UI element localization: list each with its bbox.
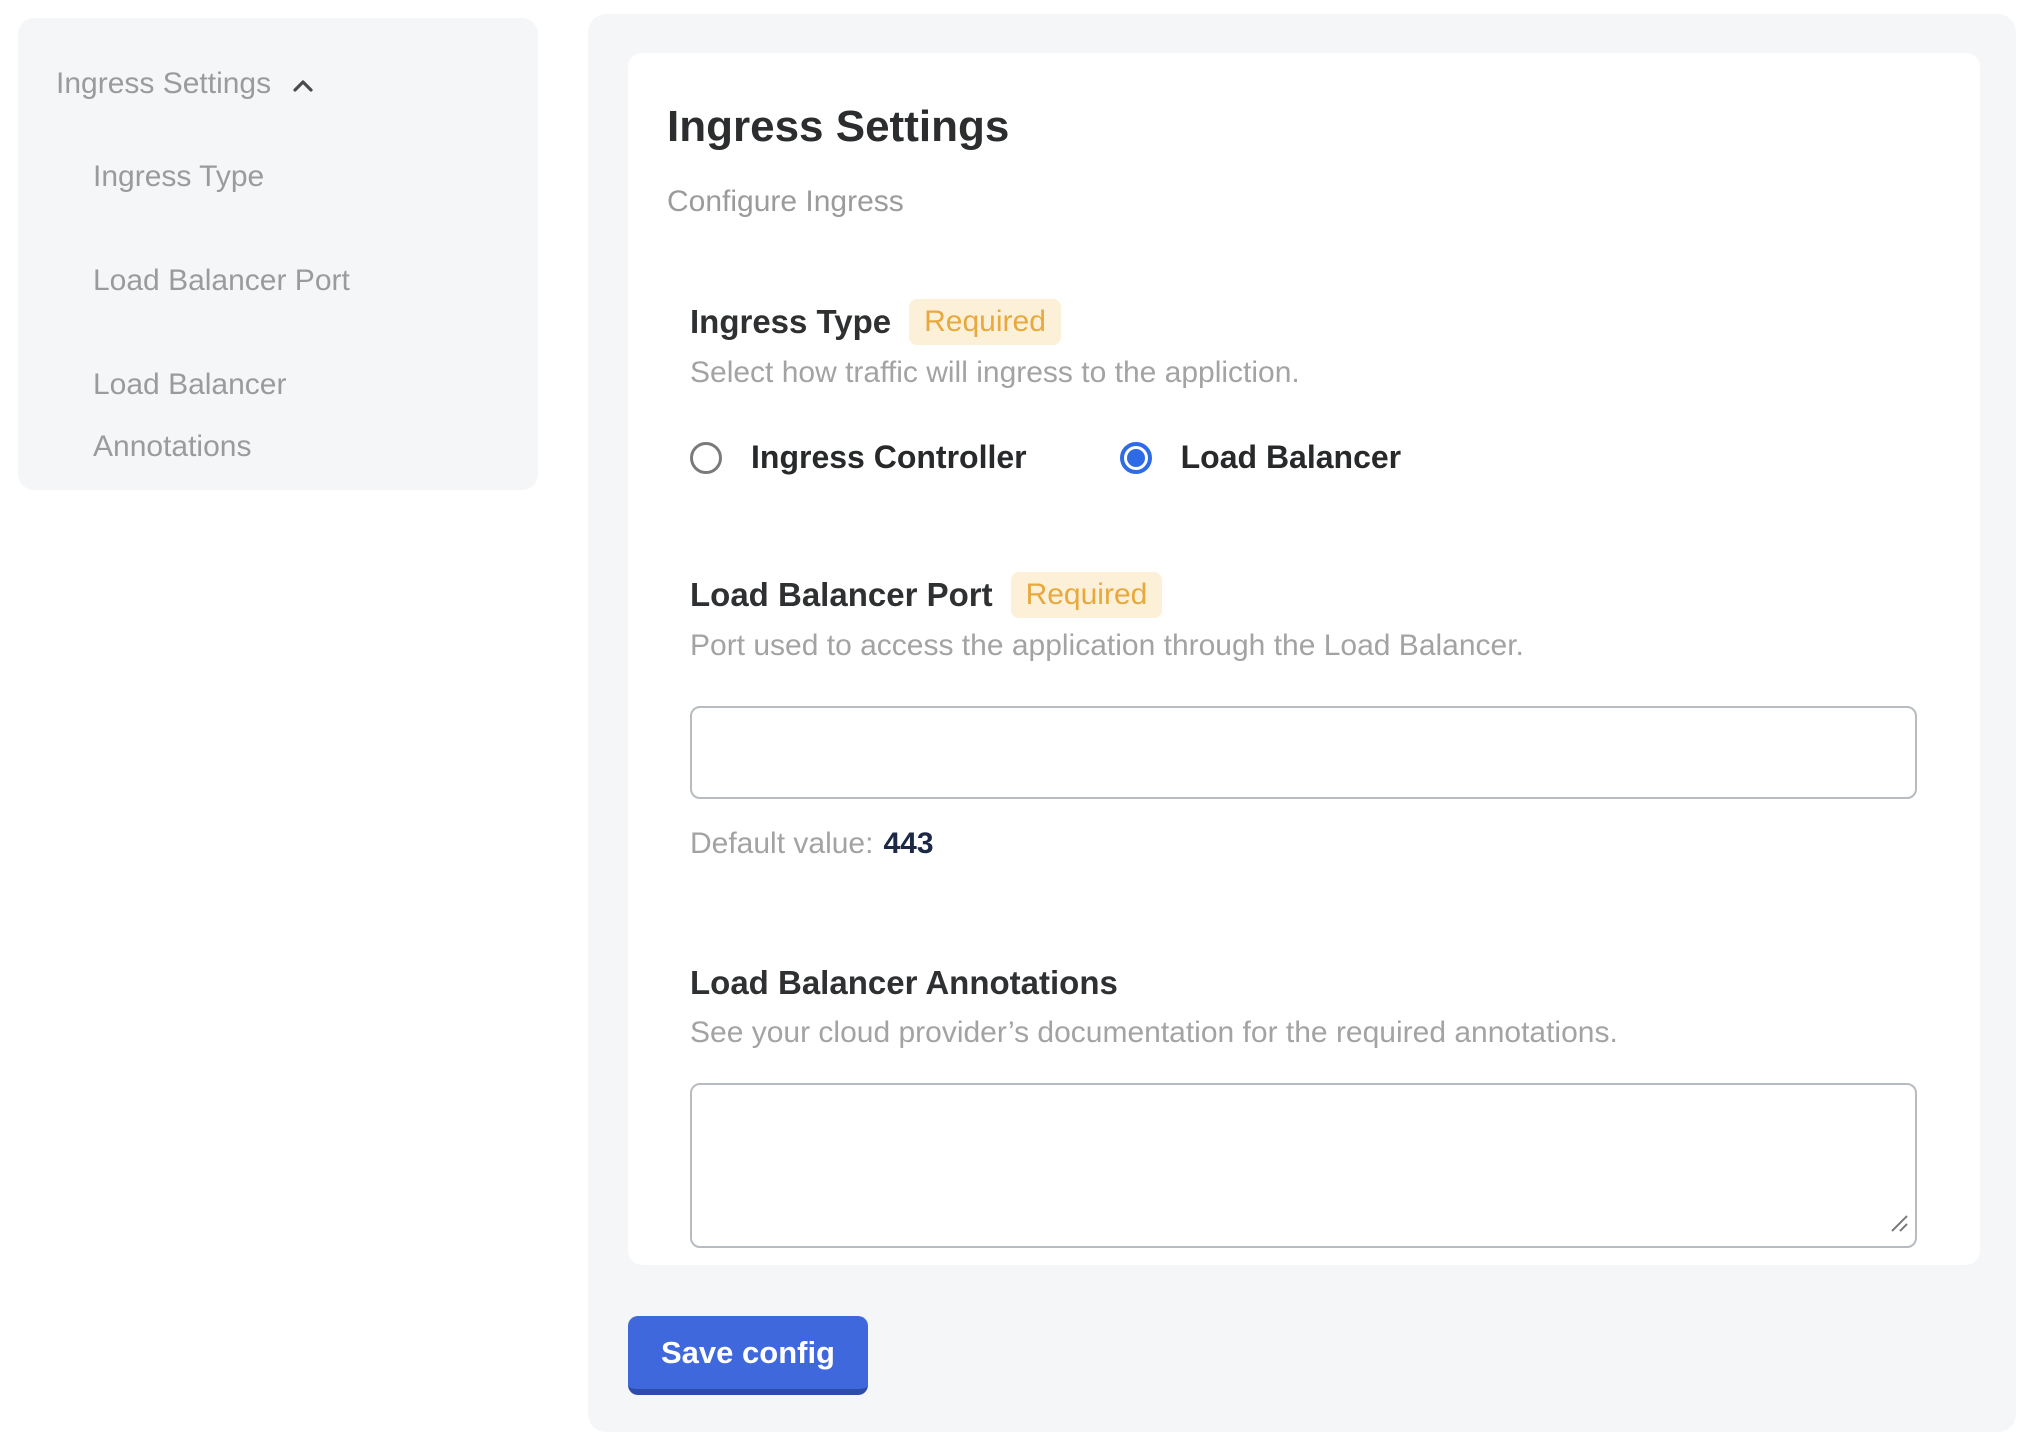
default-value-label: Default value: (690, 827, 873, 860)
sidebar-item-list: Ingress Type Load Balancer Port Load Bal… (56, 146, 538, 478)
lb-annotations-textarea[interactable] (690, 1083, 1917, 1248)
page-subtitle: Configure Ingress (667, 183, 1917, 221)
lb-annotations-label: Load Balancer Annotations (690, 961, 1118, 1005)
lb-annotations-description: See your cloud provider’s documentation … (690, 1013, 1917, 1053)
required-badge: Required (1011, 572, 1163, 618)
radio-label-load-balancer: Load Balancer (1181, 439, 1402, 476)
default-value: 443 (883, 827, 933, 860)
lb-port-input[interactable] (690, 706, 1917, 799)
section-load-balancer-port: Load Balancer Port Required Port used to… (690, 572, 1917, 865)
radio-option-load-balancer[interactable]: Load Balancer (1120, 439, 1402, 476)
ingress-settings-card: Ingress Settings Configure Ingress Ingre… (628, 53, 1980, 1265)
main-panel: Ingress Settings Configure Ingress Ingre… (588, 14, 2016, 1432)
sidebar-group-ingress-settings[interactable]: Ingress Settings (56, 64, 538, 104)
lb-port-label: Load Balancer Port (690, 573, 993, 617)
section-ingress-type: Ingress Type Required Select how traffic… (690, 299, 1917, 476)
ingress-type-label: Ingress Type (690, 300, 891, 344)
ingress-type-options: Ingress Controller Load Balancer (690, 439, 1917, 476)
chevron-up-icon (287, 70, 319, 102)
page-title: Ingress Settings (667, 101, 1917, 153)
lb-port-default-row: Default value: 443 (690, 823, 1917, 865)
sidebar-item-load-balancer-annotations[interactable]: Load Balancer Annotations (93, 354, 423, 478)
radio-selected-icon[interactable] (1120, 442, 1152, 474)
required-badge: Required (909, 299, 1061, 345)
sidebar-item-ingress-type[interactable]: Ingress Type (93, 146, 423, 208)
sidebar-group-label: Ingress Settings (56, 64, 271, 104)
section-load-balancer-annotations: Load Balancer Annotations See your cloud… (690, 961, 1917, 1248)
settings-sidebar: Ingress Settings Ingress Type Load Balan… (18, 18, 538, 490)
lb-port-description: Port used to access the application thro… (690, 626, 1917, 666)
save-config-button[interactable]: Save config (628, 1316, 868, 1395)
radio-option-ingress-controller[interactable]: Ingress Controller (690, 439, 1027, 476)
radio-label-ingress-controller: Ingress Controller (751, 439, 1027, 476)
sidebar-item-load-balancer-port[interactable]: Load Balancer Port (93, 250, 423, 312)
ingress-type-description: Select how traffic will ingress to the a… (690, 353, 1917, 393)
radio-unselected-icon[interactable] (690, 442, 722, 474)
